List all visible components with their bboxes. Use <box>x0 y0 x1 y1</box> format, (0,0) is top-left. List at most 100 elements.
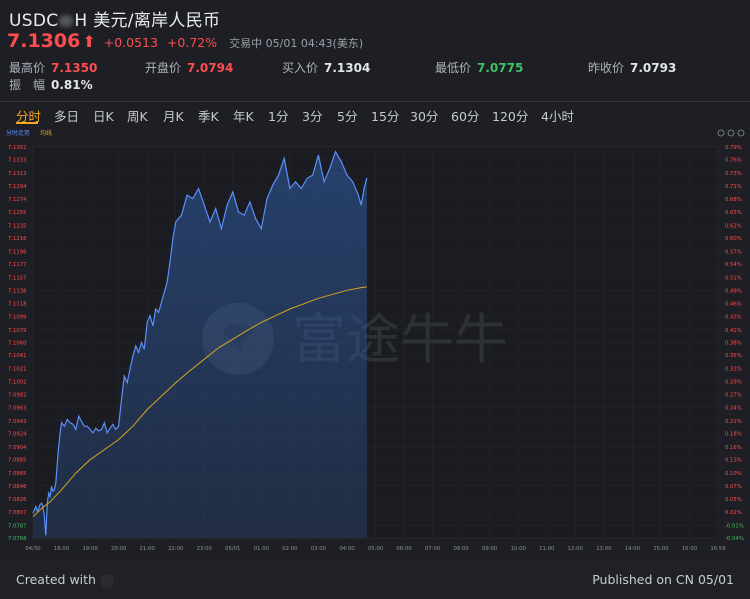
y-tick-label: 7.0982 <box>8 393 27 399</box>
x-tick-label: 05:00 <box>368 546 384 552</box>
y-tick-label: 7.0768 <box>8 536 27 542</box>
tab-multi-day[interactable]: 多日 <box>54 106 79 125</box>
y-tick-label: 7.1196 <box>8 249 27 255</box>
x-tick-label: 23:00 <box>197 546 213 552</box>
tab-1min[interactable]: 1分 <box>268 106 288 125</box>
y-tick-label: 7.0924 <box>8 432 27 438</box>
y-pct-tick-label: 0.68% <box>725 197 742 203</box>
stat-amplitude: 振 幅 0.81% <box>9 78 93 92</box>
zoom-in-icon <box>727 129 735 137</box>
y-tick-label: 7.1060 <box>8 341 27 347</box>
active-tab-indicator <box>16 122 38 124</box>
y-pct-tick-label: 0.38% <box>725 341 742 347</box>
x-tick-label: 15:00 <box>653 546 669 552</box>
y-tick-label: 7.1235 <box>8 223 27 229</box>
intraday-chart[interactable]: 富途牛牛 7.13527.13337.13137.12947.12747.125… <box>0 126 750 556</box>
created-with-label: Created with <box>16 572 96 587</box>
y-pct-tick-label: -0.04% <box>725 536 744 542</box>
y-tick-label: 7.1274 <box>8 197 27 203</box>
price-row: 7.1306 ⬆ +0.0513 +0.72% 交易中 05/01 04:43(… <box>7 30 363 54</box>
y-pct-tick-label: 0.62% <box>725 223 742 229</box>
y-pct-tick-label: 0.02% <box>725 510 742 516</box>
x-tick-label: 19:00 <box>82 546 98 552</box>
y-tick-label: 7.0846 <box>8 484 27 490</box>
stat-open: 开盘价 7.0794 <box>145 61 234 75</box>
y-tick-label: 7.0787 <box>8 523 27 529</box>
title-suffix: H 美元/离岸人民币 <box>74 11 221 31</box>
x-tick-label: 01:00 <box>254 546 270 552</box>
x-tick-label: 12:00 <box>568 546 584 552</box>
tab-week-k[interactable]: 周K <box>127 106 148 125</box>
tab-15min[interactable]: 15分 <box>371 106 399 125</box>
y-tick-label: 7.0807 <box>8 510 27 516</box>
x-tick-label: 20:00 <box>111 546 127 552</box>
x-tick-label: 10:00 <box>511 546 527 552</box>
tab-120min[interactable]: 120分 <box>492 106 528 125</box>
x-tick-label: 13:00 <box>596 546 612 552</box>
y-tick-label: 7.0865 <box>8 471 27 477</box>
x-tick-label: 07:00 <box>425 546 441 552</box>
instrument-title: USDC H 美元/离岸人民币 <box>9 6 220 31</box>
tab-5min[interactable]: 5分 <box>337 106 357 125</box>
x-tick-label: 16:00 <box>682 546 698 552</box>
tab-quarter-k[interactable]: 季K <box>198 106 219 125</box>
x-tick-label: 05/01 <box>225 546 240 552</box>
y-tick-label: 7.1002 <box>8 379 27 385</box>
chart-tool-icons[interactable] <box>717 129 745 137</box>
y-tick-label: 7.1099 <box>8 314 27 320</box>
legend-average: 均线 <box>40 129 52 137</box>
y-axis-right: 0.79% 0.76% 0.73% 0.71% 0.68% 0.65% 0.62% 0.60%… <box>725 145 744 542</box>
price-change-percent: +0.72% <box>166 35 218 50</box>
x-tick-label: 22:00 <box>168 546 184 552</box>
y-pct-tick-label: 0.10% <box>725 471 742 477</box>
tab-4hour[interactable]: 4小时 <box>541 106 574 125</box>
y-tick-label: 7.1138 <box>8 288 27 294</box>
x-tick-label: 18:00 <box>54 546 70 552</box>
y-tick-label: 7.0943 <box>8 419 27 425</box>
y-pct-tick-label: 0.65% <box>725 210 742 216</box>
trading-status: 交易中 05/01 04:43(美东) <box>229 37 364 50</box>
x-tick-label: 08:00 <box>453 546 469 552</box>
stat-high: 最高价 7.1350 <box>9 61 98 75</box>
x-tick-label: 03:00 <box>311 546 327 552</box>
y-tick-label: 7.1177 <box>8 262 27 268</box>
stat-bid: 买入价 7.1304 <box>282 61 371 75</box>
y-tick-label: 7.1118 <box>8 302 27 308</box>
y-pct-tick-label: 0.35% <box>725 353 742 359</box>
y-tick-label: 7.0885 <box>8 458 27 464</box>
x-tick-label: 04:00 <box>339 546 355 552</box>
masked-character <box>59 15 74 27</box>
y-pct-tick-label: 0.05% <box>725 497 742 503</box>
y-tick-label: 7.1021 <box>8 367 27 373</box>
tab-3min[interactable]: 3分 <box>302 106 322 125</box>
tab-month-k[interactable]: 月K <box>163 106 184 125</box>
chart-area: 富途牛牛 7.1352 7.1333 7.1313 7.1294 7.1274 7.125… <box>0 126 750 556</box>
y-pct-tick-label: 0.46% <box>725 302 742 308</box>
y-pct-tick-label: 0.32% <box>725 367 742 373</box>
y-pct-tick-label: 0.16% <box>725 445 742 451</box>
y-tick-label: 7.0826 <box>8 497 27 503</box>
tab-year-k[interactable]: 年K <box>233 106 254 125</box>
refresh-icon <box>717 129 725 137</box>
zoom-out-icon <box>737 129 745 137</box>
x-axis: 04/30 18:00 19:00 20:00 21:00 22:00 23:00 05/01… <box>25 546 725 552</box>
y-tick-label: 7.1157 <box>8 276 27 282</box>
tab-60min[interactable]: 60分 <box>451 106 479 125</box>
tab-day-k[interactable]: 日K <box>93 106 114 125</box>
x-tick-label: 21:00 <box>140 546 156 552</box>
tab-30min[interactable]: 30分 <box>410 106 438 125</box>
x-tick-label: 14:00 <box>625 546 641 552</box>
y-pct-tick-label: 0.18% <box>725 432 742 438</box>
stat-low: 最低价 7.0775 <box>435 61 524 75</box>
y-pct-tick-label: 0.76% <box>725 158 742 164</box>
y-tick-label: 7.1294 <box>8 184 27 190</box>
x-tick-label: 11:00 <box>539 546 555 552</box>
y-pct-tick-label: 0.43% <box>725 314 742 320</box>
x-tick-label: 16:59 <box>710 546 725 552</box>
y-tick-label: 7.1216 <box>8 236 27 242</box>
header-divider <box>0 101 750 102</box>
period-tabs: 分时 多日 日K 周K 月K 季K 年K 1分 3分 5分 15分 30分 60… <box>0 104 750 126</box>
y-pct-tick-label: 0.27% <box>725 393 742 399</box>
y-pct-tick-label: 0.54% <box>725 262 742 268</box>
price-change: +0.0513 <box>103 35 158 50</box>
